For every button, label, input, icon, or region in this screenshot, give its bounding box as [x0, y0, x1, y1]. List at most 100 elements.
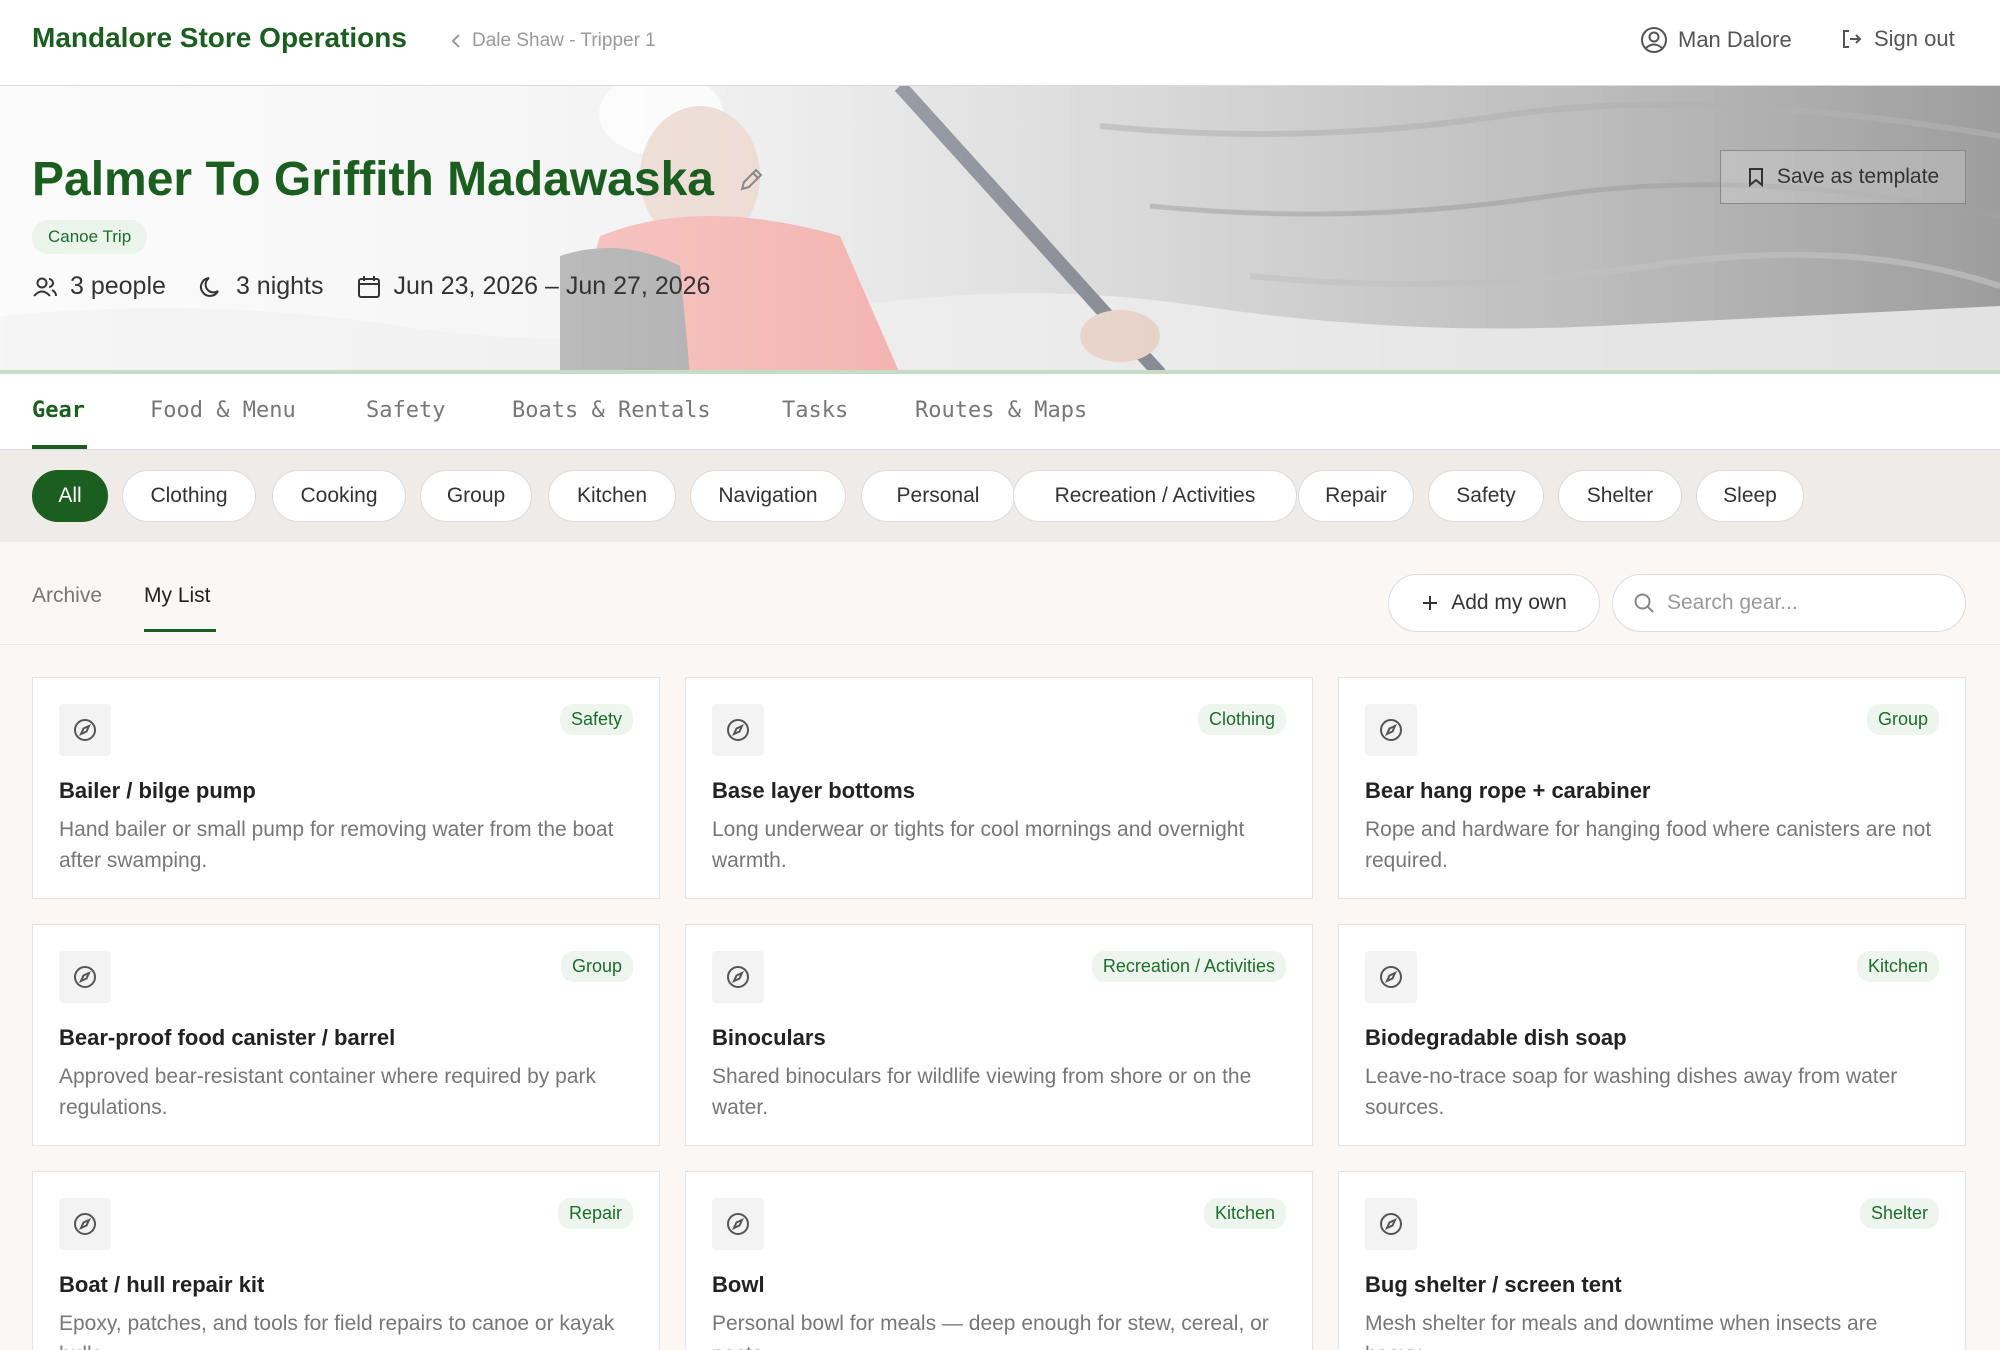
- compass-icon: [1380, 1213, 1402, 1235]
- app-title[interactable]: Mandalore Store Operations: [32, 22, 407, 54]
- item-category-tag: Group: [1866, 704, 1939, 735]
- gear-card[interactable]: Kitchen Biodegradable dish soap Leave-no…: [1338, 924, 1966, 1146]
- sign-out-icon: [1843, 30, 1862, 48]
- search-gear-input[interactable]: [1667, 591, 1947, 615]
- item-title: Biodegradable dish soap: [1365, 1025, 1627, 1050]
- compass-icon: [74, 1213, 96, 1235]
- my-list-indicator: [144, 629, 216, 632]
- search-icon: [1634, 593, 1654, 613]
- tab-boats-rentals[interactable]: Boats & Rentals: [512, 398, 711, 423]
- moon-icon: [199, 276, 219, 297]
- item-description: Personal bowl for meals — deep enough fo…: [712, 1312, 1269, 1350]
- compass-icon: [727, 719, 749, 741]
- calendar-icon: [357, 275, 380, 298]
- trip-dates: Jun 23, 2026 – Jun 27, 2026: [393, 272, 711, 300]
- tab-safety[interactable]: Safety: [366, 398, 445, 423]
- save-as-template-label: Save as template: [1776, 165, 1940, 188]
- item-description: Mesh shelter for meals and downtime when…: [1365, 1312, 1878, 1350]
- active-tab-indicator: [32, 445, 87, 449]
- category-chip-navigation[interactable]: Navigation: [690, 470, 846, 522]
- sign-out-button[interactable]: Sign out: [1840, 26, 1955, 52]
- item-description: Leave-no-trace soap for washing dishes a…: [1365, 1065, 1898, 1119]
- item-title: Bowl: [712, 1272, 765, 1297]
- tab-archive[interactable]: Archive: [32, 584, 102, 608]
- item-category-tag: Recreation / Activities: [1091, 951, 1286, 982]
- gear-card[interactable]: Kitchen Bowl Personal bowl for meals — d…: [685, 1171, 1313, 1350]
- compass-icon: [74, 966, 96, 988]
- people-count: 3 people: [70, 272, 166, 300]
- user-menu[interactable]: Man Dalore: [1640, 26, 1792, 54]
- tab-routes-maps[interactable]: Routes & Maps: [915, 398, 1087, 423]
- compass-icon: [1380, 719, 1402, 741]
- tab-tasks[interactable]: Tasks: [782, 398, 848, 423]
- item-category-tag: Repair: [557, 1198, 633, 1229]
- item-category-tag: Kitchen: [1856, 951, 1939, 982]
- item-icon-box: [712, 951, 764, 1003]
- gear-card[interactable]: Recreation / Activities Binoculars Share…: [685, 924, 1313, 1146]
- category-chip-cooking[interactable]: Cooking: [272, 470, 406, 522]
- chevron-left-icon: [451, 34, 460, 48]
- trip-title-text: Palmer To Griffith Madawaska: [32, 153, 714, 206]
- compass-icon: [727, 1213, 749, 1235]
- category-chip-kitchen[interactable]: Kitchen: [548, 470, 676, 522]
- nights-count: 3 nights: [235, 272, 324, 300]
- hero-overlay: [0, 86, 2000, 370]
- edit-pencil-icon[interactable]: [736, 165, 766, 195]
- gear-card[interactable]: Shelter Bug shelter / screen tent Mesh s…: [1338, 1171, 1966, 1350]
- item-title: Binoculars: [712, 1025, 826, 1050]
- category-chip-repair[interactable]: Repair: [1298, 470, 1414, 522]
- top-bar: Mandalore Store Operations Dale Shaw - T…: [0, 0, 2000, 86]
- add-my-own-button[interactable]: Add my own: [1388, 574, 1600, 632]
- gear-card[interactable]: Safety Bailer / bilge pump Hand bailer o…: [32, 677, 660, 899]
- item-title: Boat / hull repair kit: [59, 1272, 265, 1297]
- tab-food-menu[interactable]: Food & Menu: [150, 398, 296, 423]
- item-icon-box: [1365, 704, 1417, 756]
- trip-type-badge: Canoe Trip: [32, 220, 148, 254]
- breadcrumb[interactable]: Dale Shaw - Tripper 1: [450, 30, 656, 52]
- plus-icon: [1423, 596, 1438, 610]
- compass-icon: [1380, 966, 1402, 988]
- item-description: Long underwear or tights for cool mornin…: [712, 818, 1245, 872]
- item-description: Epoxy, patches, and tools for field repa…: [59, 1312, 615, 1350]
- gear-card[interactable]: Repair Boat / hull repair kit Epoxy, pat…: [32, 1171, 660, 1350]
- sign-out-label: Sign out: [1874, 26, 1955, 51]
- category-chip-personal[interactable]: Personal: [861, 470, 1015, 522]
- gear-card[interactable]: Group Bear hang rope + carabiner Rope an…: [1338, 677, 1966, 899]
- section-tabs: Gear Food & Menu Safety Boats & Rentals …: [0, 374, 2000, 450]
- trip-title: Palmer To Griffith Madawaska: [32, 152, 766, 207]
- category-chip-recreation[interactable]: Recreation / Activities: [1013, 470, 1297, 522]
- category-chip-shelter[interactable]: Shelter: [1558, 470, 1682, 522]
- save-as-template-button[interactable]: Save as template: [1720, 150, 1966, 204]
- search-gear-field[interactable]: [1612, 574, 1966, 632]
- dates-stat: Jun 23, 2026 – Jun 27, 2026: [356, 272, 711, 301]
- trip-stats: 3 people 3 nights Jun 23, 2026 – Jun 27,…: [32, 272, 710, 301]
- people-stat: 3 people: [32, 272, 166, 301]
- item-title: Bear-proof food canister / barrel: [59, 1025, 396, 1050]
- nights-stat: 3 nights: [198, 272, 324, 301]
- bookmark-icon: [1748, 168, 1763, 187]
- item-title: Bailer / bilge pump: [59, 778, 256, 803]
- item-icon-box: [1365, 951, 1417, 1003]
- gear-card[interactable]: Group Bear-proof food canister / barrel …: [32, 924, 660, 1146]
- gear-card[interactable]: Clothing Base layer bottoms Long underwe…: [685, 677, 1313, 899]
- category-chip-sleep[interactable]: Sleep: [1696, 470, 1804, 522]
- item-description: Rope and hardware for hanging food where…: [1365, 818, 1932, 872]
- category-chip-all[interactable]: All: [32, 470, 108, 522]
- item-icon-box: [59, 1198, 111, 1250]
- category-chip-clothing[interactable]: Clothing: [122, 470, 256, 522]
- item-category-tag: Group: [560, 951, 633, 982]
- item-category-tag: Clothing: [1197, 704, 1286, 735]
- trip-hero: Palmer To Griffith Madawaska Canoe Trip …: [0, 86, 2000, 374]
- item-icon-box: [59, 951, 111, 1003]
- item-title: Base layer bottoms: [712, 778, 915, 803]
- category-chip-group[interactable]: Group: [420, 470, 532, 522]
- compass-icon: [727, 966, 749, 988]
- category-chip-safety[interactable]: Safety: [1428, 470, 1544, 522]
- item-description: Shared binoculars for wildlife viewing f…: [712, 1065, 1252, 1119]
- item-description: Approved bear-resistant container where …: [59, 1065, 596, 1119]
- tab-gear[interactable]: Gear: [32, 398, 85, 423]
- tab-my-list[interactable]: My List: [144, 584, 211, 608]
- compass-icon: [74, 719, 96, 741]
- user-circle-icon: [1641, 27, 1667, 53]
- user-name: Man Dalore: [1678, 27, 1792, 52]
